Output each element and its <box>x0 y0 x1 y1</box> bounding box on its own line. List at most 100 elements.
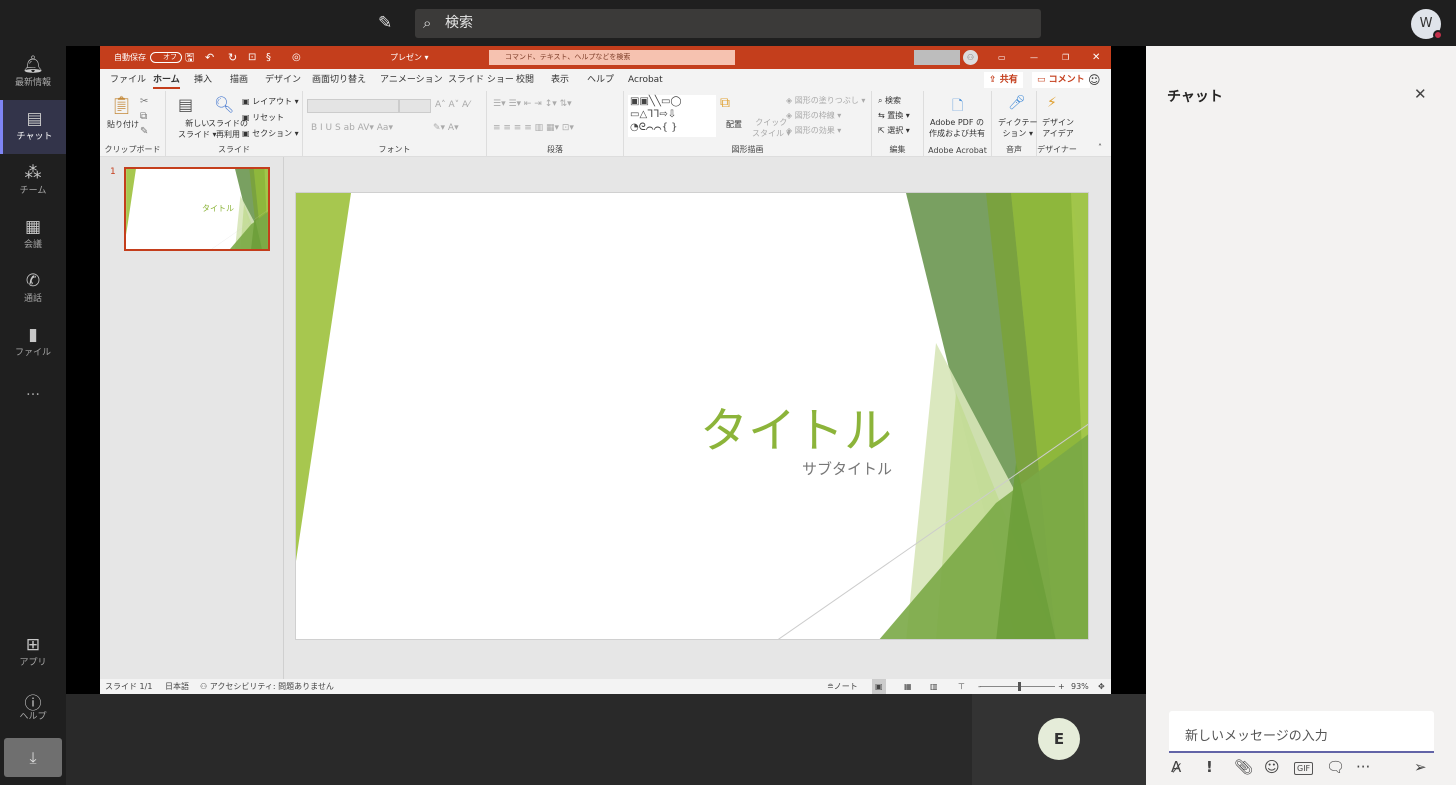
tab-slideshow[interactable]: スライド ショー <box>448 69 514 91</box>
reading-view-icon[interactable]: ▥ <box>930 679 938 694</box>
avatar[interactable]: W <box>1411 9 1443 40</box>
tab-draw[interactable]: 描画 <box>230 69 248 91</box>
tab-help[interactable]: ヘルプ <box>587 69 614 91</box>
format-painter-icon[interactable]: ✎ <box>140 126 148 137</box>
sticker-icon[interactable]: 🗨︎ <box>1326 758 1345 776</box>
download-button[interactable]: ⤓ <box>4 738 62 777</box>
restore-icon[interactable]: ❐ <box>1062 46 1069 69</box>
tab-view[interactable]: 表示 <box>551 69 569 91</box>
adobe-pdf-button[interactable]: Adobe PDF の作成および共有 <box>929 117 985 139</box>
find-button[interactable]: ⌕ 検索 <box>878 95 901 106</box>
select-button[interactable]: ⇱ 選択 ▾ <box>878 125 910 136</box>
shape-fill-button[interactable]: ◈ 図形の塗りつぶし ▾ <box>786 95 865 106</box>
font-format-buttons[interactable]: B I U S ab AV▾ Aa▾ <box>311 123 393 133</box>
tab-review[interactable]: 校閲 <box>516 69 534 91</box>
font-size-select[interactable] <box>399 99 431 113</box>
tab-file[interactable]: ファイル <box>110 69 146 91</box>
slide-title[interactable]: タイトル <box>700 391 892 461</box>
rail-item-activity[interactable]: 🔔︎ 最新情報 <box>0 46 66 100</box>
slide-subtitle[interactable]: サブタイトル <box>802 458 892 479</box>
list-buttons[interactable]: ☰▾ ☰▾ ⇤ ⇥ ↕▾ ⇅▾ <box>493 99 572 109</box>
zoom-out-icon[interactable]: - <box>978 679 981 694</box>
shapes-gallery[interactable]: ▣▣╲╲▭◯ ▭△ᒣᒣ⇨⇩ ◔ᘓ⌒⌒{ } <box>628 95 716 137</box>
copy-icon[interactable]: ⧉ <box>140 111 147 122</box>
share-button[interactable]: ⇪ 共有 <box>984 72 1023 88</box>
design-ideas-icon[interactable]: ⚡ <box>1047 95 1057 111</box>
accessibility-status[interactable]: ⚇ アクセシビリティ: 問題ありません <box>200 679 334 694</box>
zoom-slider[interactable] <box>980 682 1055 691</box>
present-icon[interactable]: ⊡ <box>248 46 256 69</box>
tab-insert[interactable]: 挿入 <box>194 69 212 91</box>
more-apps-button[interactable]: … <box>0 376 66 406</box>
send-icon[interactable]: ➢ <box>1414 758 1427 776</box>
format-icon[interactable]: A̷ <box>1171 758 1181 776</box>
fit-slide-icon[interactable]: ✥ <box>1098 679 1105 694</box>
dictate-button[interactable]: ディクテー ション ▾ <box>998 117 1037 139</box>
microphone-icon[interactable]: 🎤︎ <box>1008 95 1026 111</box>
section-button[interactable]: ▣ セクション ▾ <box>242 128 299 139</box>
compose-icon[interactable]: ✎ <box>378 13 392 33</box>
slideshow-icon[interactable]: ⊤ <box>958 679 965 694</box>
align-buttons[interactable]: ≡ ≡ ≡ ≡ ▥ ▦▾ ⊡▾ <box>493 123 574 133</box>
tab-design[interactable]: デザイン <box>265 69 301 91</box>
adobe-pdf-icon[interactable]: 🗋︎ <box>952 95 963 119</box>
search-input[interactable]: ⌕ 検索 <box>415 9 1041 38</box>
important-icon[interactable]: ! <box>1206 758 1213 776</box>
save-icon[interactable]: 🖫︎ <box>185 46 194 69</box>
touch-mode-icon[interactable]: § <box>266 46 271 69</box>
emoji-icon[interactable]: ☺ <box>1264 758 1280 776</box>
file-name[interactable]: プレゼン ▾ <box>390 46 429 69</box>
zoom-level[interactable]: 93% <box>1071 679 1089 694</box>
minimize-icon[interactable]: — <box>1030 46 1038 69</box>
paste-button[interactable]: 貼り付け <box>107 119 139 130</box>
rail-item-chat[interactable]: ▤ チャット <box>0 100 66 154</box>
command-search[interactable]: コマンド、テキスト、ヘルプなどを検索 <box>489 50 735 65</box>
tab-home[interactable]: ホーム <box>153 69 180 91</box>
rail-item-apps[interactable]: ⊞ アプリ <box>0 626 66 680</box>
paste-icon[interactable]: 📋︎ <box>110 95 133 116</box>
attach-icon[interactable]: 📎︎ <box>1234 758 1253 776</box>
rail-item-calls[interactable]: ✆ 通話 <box>0 262 66 316</box>
rail-item-files[interactable]: ▮ ファイル <box>0 316 66 370</box>
layout-button[interactable]: ▣ レイアウト ▾ <box>242 96 299 107</box>
tab-transitions[interactable]: 画面切り替え <box>312 69 366 91</box>
zoom-thumb[interactable] <box>1018 682 1021 691</box>
undo-icon[interactable]: ↶ <box>205 46 214 69</box>
shape-outline-button[interactable]: ◈ 図形の枠線 ▾ <box>786 110 841 121</box>
font-grow-shrink-icons[interactable]: A˄ A˅ A⁄ <box>435 100 470 110</box>
arrange-button[interactable]: 配置 <box>726 119 742 130</box>
reset-button[interactable]: ▣ リセット <box>242 112 284 123</box>
replace-button[interactable]: ⇆ 置換 ▾ <box>878 110 910 121</box>
record-icon[interactable]: ◎ <box>292 46 301 69</box>
slide-canvas[interactable]: タイトル サブタイトル <box>295 192 1089 640</box>
close-icon[interactable]: ✕ <box>1092 46 1100 69</box>
feedback-smiley-icon[interactable]: ☺ <box>1088 69 1101 91</box>
arrange-icon[interactable]: ⧉ <box>720 95 730 111</box>
participant-tile[interactable]: E <box>972 694 1146 785</box>
highlight-color-icons[interactable]: ✎▾ A▾ <box>433 123 459 133</box>
ribbon-display-icon[interactable]: ▭ <box>998 46 1006 69</box>
autosave-toggle[interactable]: オフ <box>150 52 182 63</box>
message-input[interactable]: 新しいメッセージの入力 <box>1169 711 1434 753</box>
normal-view-icon[interactable]: ▣ <box>872 679 886 694</box>
cut-icon[interactable]: ✂ <box>140 96 148 107</box>
gif-icon[interactable]: GIF <box>1294 762 1314 775</box>
close-chat-icon[interactable]: ✕ <box>1414 85 1427 103</box>
notes-button[interactable]: ≘ノート <box>827 679 858 694</box>
rail-item-help[interactable]: ⓘ ヘルプ <box>0 680 66 734</box>
collapse-ribbon-icon[interactable]: ˄ <box>1098 143 1102 152</box>
tab-acrobat[interactable]: Acrobat <box>628 69 663 91</box>
quick-style-button[interactable]: クイック スタイル ▾ <box>752 117 791 139</box>
account-icon[interactable]: ⚇ <box>963 50 978 65</box>
rail-item-teams[interactable]: ⁂ チーム <box>0 154 66 208</box>
design-ideas-button[interactable]: デザイン アイデア <box>1042 117 1074 139</box>
shape-effect-button[interactable]: ◈ 図形の効果 ▾ <box>786 125 841 136</box>
slide-thumbnail[interactable]: タイトル <box>124 167 270 251</box>
rail-item-calendar[interactable]: ▦ 会議 <box>0 208 66 262</box>
reuse-slides-icon[interactable]: 🔍︎ <box>214 95 234 114</box>
tab-animations[interactable]: アニメーション <box>380 69 443 91</box>
font-name-select[interactable] <box>307 99 399 113</box>
zoom-in-icon[interactable]: + <box>1058 679 1065 694</box>
comment-button[interactable]: ▭ コメント <box>1032 72 1090 88</box>
more-options-icon[interactable]: ··· <box>1356 758 1370 776</box>
